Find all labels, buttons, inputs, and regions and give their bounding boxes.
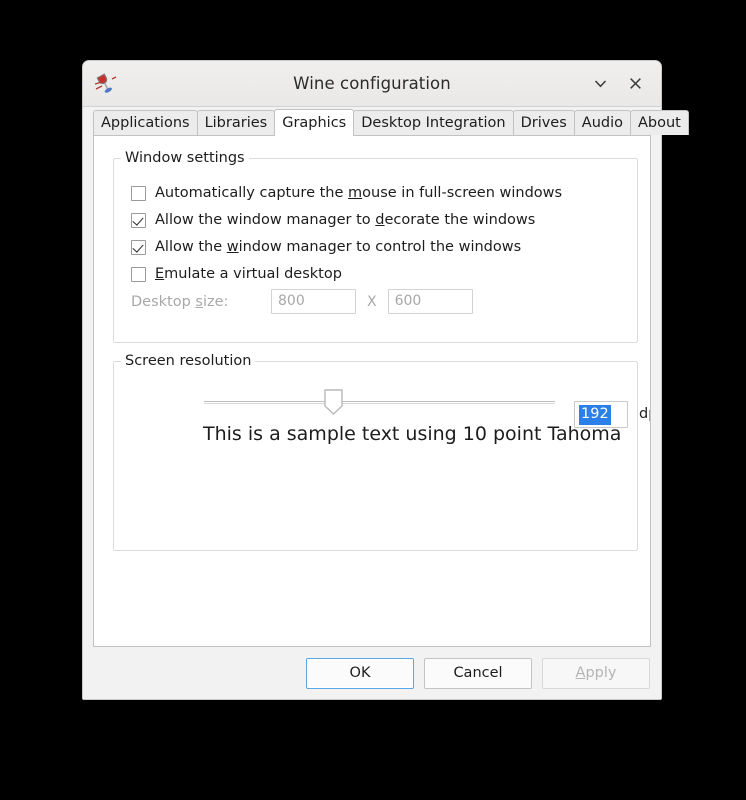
cancel-button[interactable]: Cancel [424,657,532,689]
dpi-slider-handle[interactable] [324,389,343,415]
checkbox-row-virtual-desktop[interactable]: Emulate a virtual desktop [131,266,342,282]
ok-button[interactable]: OK [306,657,414,689]
checkbox-label-decorate-windows: Allow the window manager to decorate the… [155,212,536,228]
tab-bar: Applications Libraries Graphics Desktop … [83,107,689,136]
checkbox-control-windows[interactable] [131,239,146,255]
checkbox-virtual-desktop[interactable] [131,266,146,282]
title-bar[interactable]: Wine configuration [83,61,661,107]
dpi-input-value: 192 [579,404,611,425]
checkbox-row-control-windows[interactable]: Allow the window manager to control the … [131,239,521,255]
checkbox-label-capture-mouse: Automatically capture the mouse in full-… [155,185,563,201]
dpi-unit-label: dpi [639,406,650,422]
desktop-size-row: Desktop size: 800 X 600 [131,289,611,314]
graphics-panel: Window settings Automatically capture th… [93,135,651,647]
sample-text-preview: This is a sample text using 10 point Tah… [203,423,622,445]
screen-resolution-group: Screen resolution 192 dpi This is a samp… [113,353,650,551]
screen-resolution-title: Screen resolution [121,353,256,369]
checkbox-decorate-windows[interactable] [131,212,146,228]
tab-libraries[interactable]: Libraries [196,110,276,135]
window-settings-group: Window settings Automatically capture th… [113,150,638,343]
desktop-size-label: Desktop size: [131,293,229,310]
desktop-height-input[interactable]: 600 [387,289,473,314]
dialog-button-bar: OK Cancel Apply [83,647,661,699]
window-title: Wine configuration [293,74,451,93]
desktop-width-input[interactable]: 800 [271,289,356,314]
desktop-size-separator: X [367,293,377,310]
tab-graphics[interactable]: Graphics [274,109,355,136]
tab-about[interactable]: About [630,110,689,135]
apply-button[interactable]: Apply [542,657,650,689]
chevron-down-icon[interactable] [585,70,615,98]
wine-configuration-window: Wine configuration Applications Librarie… [82,60,689,700]
checkbox-row-capture-mouse[interactable]: Automatically capture the mouse in full-… [131,185,562,201]
checkbox-label-control-windows: Allow the window manager to control the … [155,239,522,255]
dpi-slider-row: 192 dpi [114,384,650,428]
tab-drives[interactable]: Drives [512,110,575,135]
wine-glass-icon [92,71,118,97]
window-controls [585,70,661,98]
tab-applications[interactable]: Applications [93,110,198,135]
checkbox-row-decorate-windows[interactable]: Allow the window manager to decorate the… [131,212,535,228]
checkbox-capture-mouse[interactable] [131,185,146,201]
dpi-slider-track[interactable] [204,401,555,404]
close-icon[interactable] [620,70,650,98]
window-settings-title: Window settings [121,150,249,166]
checkbox-label-virtual-desktop: Emulate a virtual desktop [155,266,342,282]
tab-desktop-integration[interactable]: Desktop Integration [353,110,514,135]
tab-audio[interactable]: Audio [573,110,631,135]
